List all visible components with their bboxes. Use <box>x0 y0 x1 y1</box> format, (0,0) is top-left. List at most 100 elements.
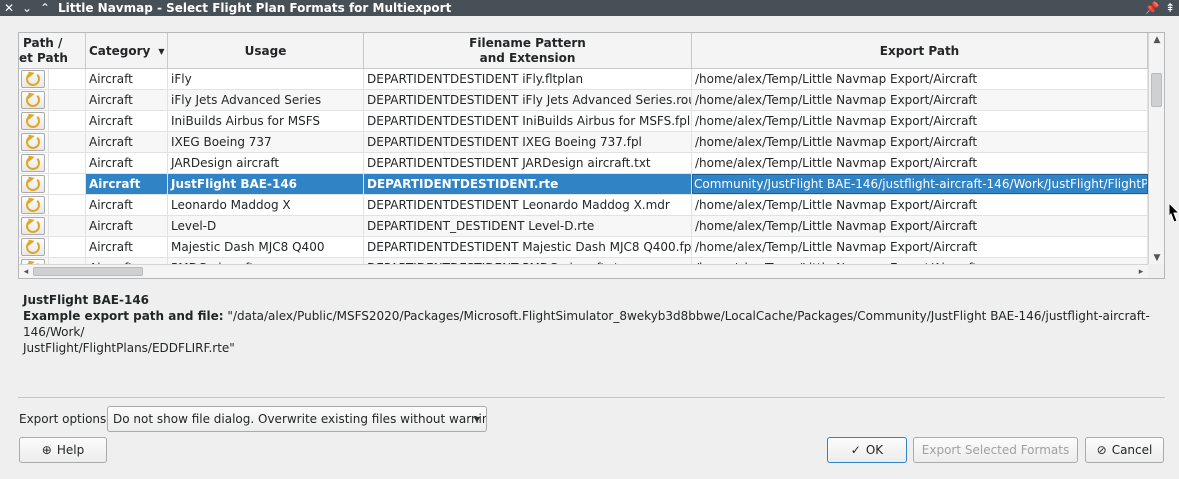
table-row[interactable]: Aircraft Majestic Dash MJC8 Q400 DEPARTIDE… <box>19 237 1148 258</box>
sort-descending-icon: ▼ <box>158 46 165 56</box>
mouse-cursor-icon <box>1169 203 1179 223</box>
table-header: Path / et Path Category ▼ Usage Filename… <box>19 33 1148 69</box>
filename-cell: DEPARTIDENTDESTIDENT Majestic Dash MJC8 … <box>364 237 692 257</box>
reset-path-button[interactable] <box>21 154 45 172</box>
filename-cell: DEPARTIDENTDESTIDENT iFly.fltplan <box>364 69 692 89</box>
reset-icon <box>26 114 40 128</box>
export-selected-button[interactable]: Export Selected Formats <box>913 437 1078 463</box>
lifebuoy-icon: ⊕ <box>41 443 52 457</box>
horizontal-scroll-thumb[interactable] <box>33 267 143 276</box>
reset-path-button[interactable] <box>21 217 45 235</box>
scroll-right-icon[interactable]: ▸ <box>1134 265 1148 278</box>
close-icon[interactable]: ✕ <box>0 0 18 16</box>
reset-path-cell <box>19 174 49 194</box>
vertical-scroll-thumb[interactable] <box>1151 73 1162 107</box>
cancel-button-label: Cancel <box>1111 443 1153 457</box>
path-cell[interactable] <box>49 237 86 257</box>
filename-cell: DEPARTIDENT_DESTIDENT Level-D.rte <box>364 216 692 236</box>
vertical-scrollbar[interactable]: ▲ ▼ <box>1148 33 1164 265</box>
table-row[interactable]: Aircraft JARDesign aircraft DEPARTIDENTDES… <box>19 153 1148 174</box>
scroll-down-icon[interactable]: ▼ <box>1149 251 1164 265</box>
path-cell[interactable] <box>49 216 86 236</box>
filename-cell: DEPARTIDENTDESTIDENT JARDesign aircraft.… <box>364 153 692 173</box>
keep-above-icon[interactable]: ⇞ <box>1161 0 1179 16</box>
header-path-reset[interactable]: Path / et Path <box>19 33 86 69</box>
scroll-left-icon[interactable]: ◂ <box>19 265 33 278</box>
checkmark-icon: ✓ <box>850 443 861 457</box>
reset-path-cell <box>19 237 49 257</box>
horizontal-scrollbar[interactable]: ◂ ▸ <box>19 264 1148 278</box>
cancel-button[interactable]: ⊘ Cancel <box>1085 437 1164 463</box>
usage-cell: IniBuilds Airbus for MSFS <box>168 111 364 131</box>
filename-cell: DEPARTIDENTDESTIDENT Leonardo Maddog X.m… <box>364 195 692 215</box>
path-cell[interactable] <box>49 174 86 194</box>
header-export-path[interactable]: Export Path <box>692 33 1148 69</box>
export-path-cell[interactable]: /home/alex/Temp/Little Navmap Export/Air… <box>692 216 1148 236</box>
category-cell: Aircraft <box>86 195 168 215</box>
usage-cell: iFly <box>168 69 364 89</box>
table-row[interactable]: Aircraft Leonardo Maddog X DEPARTIDENTDEST… <box>19 195 1148 216</box>
reset-path-button[interactable] <box>21 91 45 109</box>
reset-path-button[interactable] <box>21 112 45 130</box>
path-cell[interactable] <box>49 69 86 89</box>
export-path-cell[interactable]: /home/alex/Temp/Little Navmap Export/Air… <box>692 111 1148 131</box>
reset-path-button[interactable] <box>21 196 45 214</box>
filename-cell: DEPARTIDENTDESTIDENT.rte <box>364 174 692 194</box>
path-cell[interactable] <box>49 153 86 173</box>
reset-icon <box>26 156 40 170</box>
header-filename-label-2: and Extension <box>479 51 576 65</box>
reset-icon <box>26 93 40 107</box>
category-cell: Aircraft <box>86 111 168 131</box>
category-cell: Aircraft <box>86 90 168 110</box>
header-category[interactable]: Category ▼ <box>86 33 168 69</box>
reset-icon <box>26 135 40 149</box>
export-options-combo[interactable]: Do not show file dialog. Overwrite exist… <box>107 406 487 432</box>
table-row[interactable]: Aircraft iFly Jets Advanced Series DEPARTI… <box>19 90 1148 111</box>
export-path-cell[interactable]: /home/alex/Temp/Little Navmap Export/Air… <box>692 132 1148 152</box>
scroll-corner <box>1148 264 1164 278</box>
chevron-up-icon[interactable]: ⌃ <box>36 0 54 16</box>
reset-path-button[interactable] <box>21 238 45 256</box>
reset-icon <box>26 198 40 212</box>
reset-path-button[interactable] <box>21 70 45 88</box>
export-path-cell[interactable]: Community/JustFlight BAE-146/justflight-… <box>692 174 1148 194</box>
help-button[interactable]: ⊕ Help <box>19 437 107 463</box>
export-path-cell[interactable]: /home/alex/Temp/Little Navmap Export/Air… <box>692 90 1148 110</box>
category-cell: Aircraft <box>86 69 168 89</box>
reset-path-button[interactable] <box>21 133 45 151</box>
pin-icon[interactable]: 📌 <box>1143 0 1161 16</box>
path-cell[interactable] <box>49 195 86 215</box>
usage-cell: JARDesign aircraft <box>168 153 364 173</box>
table-row[interactable]: Aircraft Level-D DEPARTIDENT_DESTIDENT Lev… <box>19 216 1148 237</box>
selection-info: JustFlight BAE-146 Example export path a… <box>23 292 1163 356</box>
table-row[interactable]: Aircraft iFly DEPARTIDENTDESTIDENT iFly.fl… <box>19 69 1148 90</box>
path-cell[interactable] <box>49 132 86 152</box>
help-button-label: Help <box>56 443 85 457</box>
table-row[interactable]: Aircraft IXEG Boeing 737 DEPARTIDENTDESTID… <box>19 132 1148 153</box>
path-cell[interactable] <box>49 90 86 110</box>
table-row[interactable]: Aircraft IniBuilds Airbus for MSFS DEPARTI… <box>19 111 1148 132</box>
ok-button[interactable]: ✓ OK <box>827 437 907 463</box>
usage-cell: IXEG Boeing 737 <box>168 132 364 152</box>
export-path-cell[interactable]: /home/alex/Temp/Little Navmap Export/Air… <box>692 195 1148 215</box>
formats-table[interactable]: Path / et Path Category ▼ Usage Filename… <box>18 32 1165 279</box>
reset-path-cell <box>19 216 49 236</box>
header-filename[interactable]: Filename Pattern and Extension <box>364 33 692 69</box>
export-path-cell[interactable]: /home/alex/Temp/Little Navmap Export/Air… <box>692 153 1148 173</box>
reset-path-cell <box>19 69 49 89</box>
path-cell[interactable] <box>49 111 86 131</box>
reset-path-cell <box>19 90 49 110</box>
reset-path-cell <box>19 132 49 152</box>
filename-cell: DEPARTIDENTDESTIDENT iFly Jets Advanced … <box>364 90 692 110</box>
usage-cell: Level-D <box>168 216 364 236</box>
chevron-down-icon[interactable]: ⌄ <box>18 0 36 16</box>
header-export-path-label: Export Path <box>879 43 960 58</box>
export-options-label: Export options: <box>19 412 111 426</box>
scroll-up-icon[interactable]: ▲ <box>1149 33 1164 47</box>
table-row[interactable]: Aircraft JustFlight BAE-146 DEPARTIDENTDES… <box>19 174 1148 195</box>
export-path-cell[interactable]: /home/alex/Temp/Little Navmap Export/Air… <box>692 237 1148 257</box>
reset-path-button[interactable] <box>21 175 45 193</box>
category-cell: Aircraft <box>86 216 168 236</box>
header-usage[interactable]: Usage <box>168 33 364 69</box>
export-path-cell[interactable]: /home/alex/Temp/Little Navmap Export/Air… <box>692 69 1148 89</box>
